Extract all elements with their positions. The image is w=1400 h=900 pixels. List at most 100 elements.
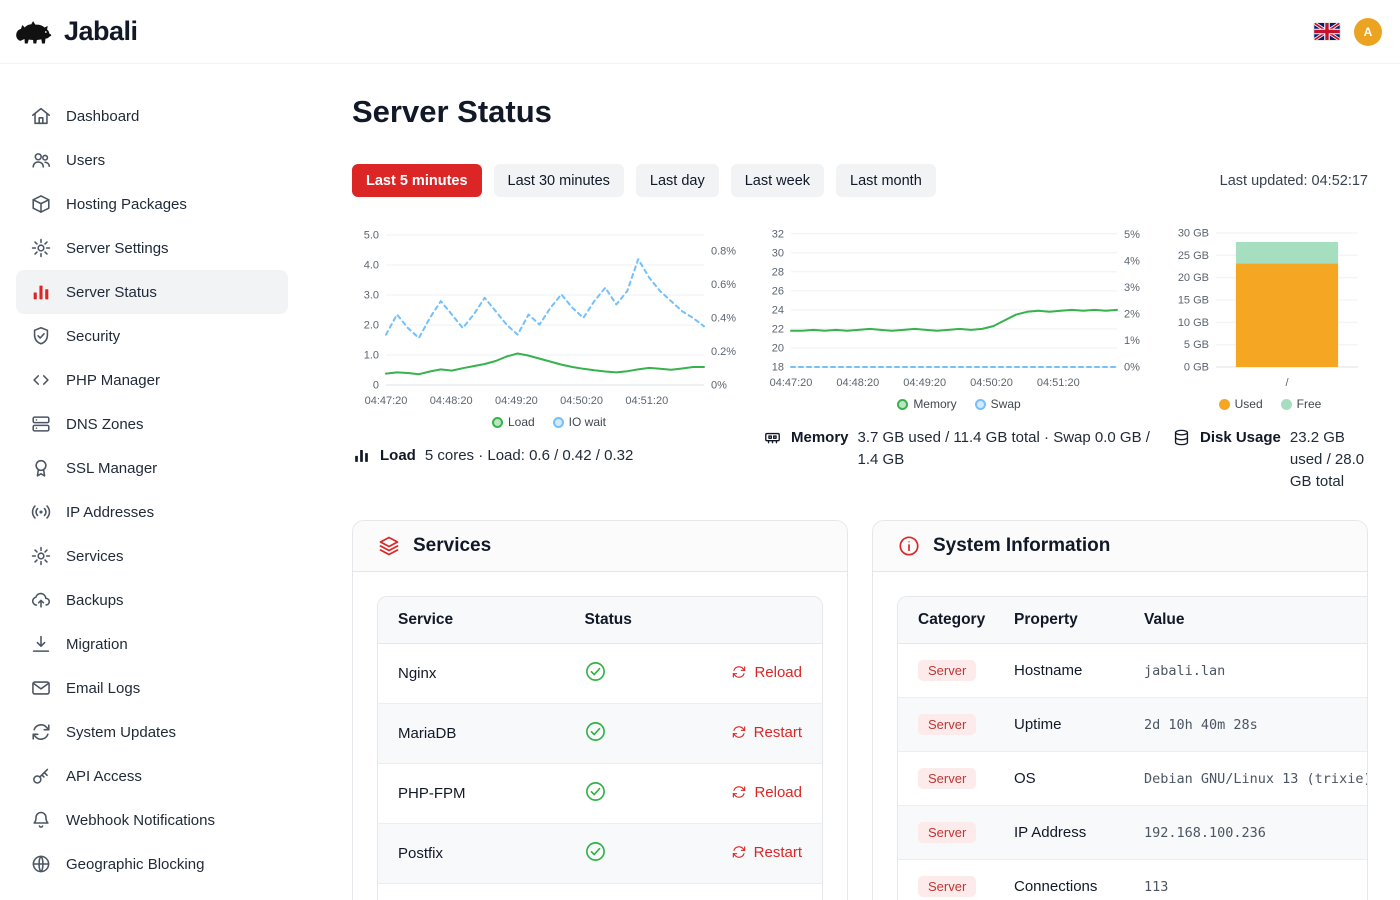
sidebar-item-label: Server Settings [66, 240, 169, 257]
services-column-header [680, 597, 822, 644]
system-info-column-header: Value [1124, 597, 1367, 644]
disk-chart-area: 30 GB25 GB20 GB15 GB10 GB5 GB0 GB/ [1172, 221, 1368, 393]
boar-logo-icon [14, 17, 56, 47]
filter-last-30-minutes[interactable]: Last 30 minutes [494, 164, 624, 197]
sidebar-item-server-status[interactable]: Server Status [16, 270, 288, 314]
svg-text:22: 22 [772, 323, 784, 335]
sidebar-item-services[interactable]: Services [16, 534, 288, 578]
legend-swap[interactable]: Swap [975, 395, 1021, 413]
category-cell: Server [898, 860, 994, 900]
service-row: MariaDBRestart [378, 704, 822, 764]
filter-last-5-minutes[interactable]: Last 5 minutes [352, 164, 482, 197]
sidebar-item-label: DNS Zones [66, 416, 144, 433]
sidebar-item-ssl-manager[interactable]: SSL Manager [16, 446, 288, 490]
svg-text:/: / [1285, 377, 1289, 389]
brand[interactable]: Jabali [14, 16, 138, 47]
database-icon [1172, 428, 1191, 447]
brand-name: Jabali [64, 16, 138, 47]
top-bar: Jabali A [0, 0, 1400, 64]
category-cell: Server [898, 698, 994, 752]
service-name: Dovecot [378, 884, 564, 900]
disk-chart-legend: Used Free [1172, 395, 1368, 413]
svg-text:04:48:20: 04:48:20 [836, 377, 879, 389]
sidebar-item-security[interactable]: Security [16, 314, 288, 358]
mail-icon [30, 677, 52, 699]
system-info-table: CategoryPropertyValue ServerHostnamejaba… [898, 597, 1367, 900]
load-stat-label: Load [380, 445, 416, 467]
restart-mariadb-button[interactable]: Restart [731, 724, 802, 741]
service-action-cell: Restart [680, 884, 822, 900]
sidebar-item-webhook-notifications[interactable]: Webhook Notifications [16, 798, 288, 842]
memory-chart-legend: Memory Swap [763, 395, 1155, 413]
status-ok-icon [584, 660, 607, 683]
sidebar-item-label: Webhook Notifications [66, 812, 215, 829]
system-info-column-header: Category [898, 597, 994, 644]
service-name: Postfix [378, 824, 564, 884]
action-label: Restart [754, 724, 802, 741]
service-row: Dovecot Restart [378, 884, 822, 900]
reload-icon [731, 664, 747, 680]
legend-memory[interactable]: Memory [897, 395, 956, 413]
sidebar-item-server-settings[interactable]: Server Settings [16, 226, 288, 270]
users-icon [30, 149, 52, 171]
svg-text:4%: 4% [1124, 255, 1140, 267]
sidebar-item-dns-zones[interactable]: DNS Zones [16, 402, 288, 446]
sidebar-item-system-updates[interactable]: System Updates [16, 710, 288, 754]
sidebar-item-geographic-blocking[interactable]: Geographic Blocking [16, 842, 288, 886]
sidebar-item-api-access[interactable]: API Access [16, 754, 288, 798]
disk-chart-panel: 30 GB25 GB20 GB15 GB10 GB5 GB0 GB/ Used F… [1172, 221, 1368, 492]
filter-last-month[interactable]: Last month [836, 164, 936, 197]
service-status-cell [564, 764, 679, 824]
load-chart-panel: 5.04.03.02.01.000.8%0.6%0.4%0.2%0%04:47:… [352, 221, 746, 467]
sidebar-item-php-manager[interactable]: PHP Manager [16, 358, 288, 402]
svg-text:0.2%: 0.2% [711, 346, 736, 358]
legend-io-wait[interactable]: IO wait [553, 413, 606, 431]
sidebar-item-label: Dashboard [66, 108, 139, 125]
sidebar-item-email-logs[interactable]: Email Logs [16, 666, 288, 710]
filter-last-week[interactable]: Last week [731, 164, 824, 197]
cloud-upload-icon [30, 589, 52, 611]
sidebar-item-backups[interactable]: Backups [16, 578, 288, 622]
svg-text:30 GB: 30 GB [1178, 228, 1209, 240]
system-info-row: ServerHostnamejabali.lan [898, 644, 1367, 698]
sidebar-item-label: Security [66, 328, 120, 345]
reload-php-fpm-button[interactable]: Reload [731, 784, 802, 801]
sidebar-item-ip-addresses[interactable]: IP Addresses [16, 490, 288, 534]
svg-text:04:49:20: 04:49:20 [903, 377, 946, 389]
memory-stat-label: Memory [791, 427, 849, 449]
memory-chart-area: 32302826242220185%4%3%2%1%0%04:47:2004:4… [763, 221, 1155, 393]
disk-stat: Disk Usage 23.2 GB used / 28.0 GB total [1172, 427, 1368, 492]
memory-chip-icon [763, 428, 782, 447]
sidebar-item-label: PHP Manager [66, 372, 160, 389]
svg-text:30: 30 [772, 247, 784, 259]
sidebar-item-label: Hosting Packages [66, 196, 187, 213]
sidebar-item-dashboard[interactable]: Dashboard [16, 94, 288, 138]
uk-flag-icon[interactable] [1314, 23, 1340, 40]
sidebar-item-users[interactable]: Users [16, 138, 288, 182]
svg-text:0: 0 [373, 380, 379, 392]
svg-text:4.0: 4.0 [364, 260, 379, 272]
sidebar-item-hosting-packages[interactable]: Hosting Packages [16, 182, 288, 226]
legend-used[interactable]: Used [1219, 395, 1263, 413]
check-circle-icon [584, 840, 607, 863]
svg-text:0.4%: 0.4% [711, 312, 736, 324]
svg-text:0%: 0% [1124, 362, 1140, 374]
reload-nginx-button[interactable]: Reload [731, 664, 802, 681]
legend-load[interactable]: Load [492, 413, 535, 431]
sidebar-item-migration[interactable]: Migration [16, 622, 288, 666]
service-action-cell: Reload [680, 764, 822, 824]
memory-stat: Memory 3.7 GB used / 11.4 GB total · Swa… [763, 427, 1155, 471]
filter-last-day[interactable]: Last day [636, 164, 719, 197]
avatar[interactable]: A [1354, 18, 1382, 46]
svg-text:2.0: 2.0 [364, 320, 379, 332]
load-stat-value: 5 cores · Load: 0.6 / 0.42 / 0.32 [425, 445, 746, 467]
sidebar-item-label: Server Status [66, 284, 157, 301]
system-info-header-row: CategoryPropertyValue [898, 597, 1367, 644]
status-ok-icon [584, 780, 607, 803]
svg-text:20 GB: 20 GB [1178, 272, 1209, 284]
legend-free[interactable]: Free [1281, 395, 1322, 413]
action-label: Reload [754, 664, 802, 681]
service-status-cell [564, 644, 679, 704]
restart-postfix-button[interactable]: Restart [731, 844, 802, 861]
load-chart: 5.04.03.02.01.000.8%0.6%0.4%0.2%0%04:47:… [352, 221, 746, 411]
